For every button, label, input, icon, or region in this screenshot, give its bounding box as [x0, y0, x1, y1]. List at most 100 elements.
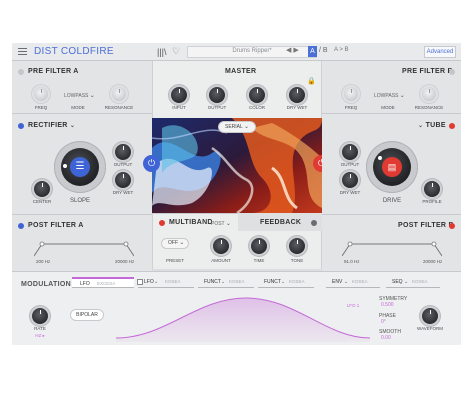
pre-filter-a-toggle[interactable]	[18, 69, 24, 75]
tube-icon: ▤	[382, 157, 402, 177]
drive-knob[interactable]: ▤	[373, 148, 411, 186]
post-filter-b-toggle[interactable]	[449, 223, 455, 229]
post-filter-a-toggle[interactable]	[18, 223, 24, 229]
waveform-knob[interactable]	[422, 308, 438, 324]
mod-rate-knob[interactable]	[32, 308, 48, 324]
feedback-amount-knob[interactable]	[213, 238, 229, 254]
smooth-value[interactable]: 0.00	[381, 335, 391, 341]
mod-rate-value[interactable]: HZ ▸	[20, 333, 60, 339]
ab-a-button[interactable]: A	[308, 46, 317, 57]
tube-title[interactable]: ⌄ TUBE	[418, 122, 446, 129]
rectifier-title[interactable]: RECTIFIER ⌄	[28, 122, 75, 129]
rectifier-center-knob[interactable]	[34, 181, 50, 197]
pre-filter-a-resonance-knob[interactable]	[112, 87, 126, 101]
heart-icon[interactable]: ♡	[172, 46, 180, 57]
chevron-down-icon: ⌄	[399, 93, 405, 99]
post-filter-a-high-freq: 20000 Hz	[115, 259, 135, 264]
rectifier-drywet-label: DRY WET	[112, 190, 134, 195]
pre-filter-a-freq-knob[interactable]	[34, 87, 48, 101]
lfo-curve-label: LFO 1	[346, 303, 360, 308]
lfo-waveform-display[interactable]	[116, 292, 370, 342]
rectifier-drywet-knob[interactable]	[115, 172, 131, 188]
rectifier-toggle[interactable]	[18, 123, 24, 129]
multiband-title: MULTIBAND	[169, 219, 213, 226]
tube-drywet-knob[interactable]	[342, 172, 358, 188]
pre-filter-b-freq-knob[interactable]	[344, 87, 358, 101]
multiband-post-dropdown[interactable]: POST ⌄	[211, 220, 231, 227]
mod-rate-label: RATE	[34, 326, 46, 331]
pre-filter-b-mode-dropdown[interactable]: LOWPASS ⌄	[374, 92, 405, 99]
post-filter-a-curve[interactable]	[34, 238, 134, 258]
post-filter-b-title: POST FILTER B	[398, 222, 454, 229]
ab-b-button[interactable]: / B	[319, 47, 328, 54]
waveform-label: WAVEFORM	[417, 326, 443, 331]
mod-tab-lfo-2[interactable]: LFO ⌄ KOSEA	[137, 277, 194, 288]
rectifier-output-label: OUTPUT	[113, 162, 133, 167]
chevron-down-icon: ⌄	[281, 279, 286, 285]
tube-drywet-label: DRY WET	[339, 190, 361, 195]
drive-pointer	[378, 156, 382, 160]
routing-dropdown[interactable]: SERIAL ⌄	[218, 121, 256, 133]
left-column: PRE FILTER A FREQ LOWPASS ⌄ MODE RESONAN…	[12, 61, 152, 271]
feedback-preset-dropdown[interactable]: OFF ⌄	[161, 238, 189, 249]
mod-tab-funct-1[interactable]: FUNCT ⌄ KOSEA	[198, 277, 254, 288]
rectifier-center-label: CENTER	[32, 199, 52, 204]
chevron-down-icon: ⌄	[243, 124, 250, 130]
plugin-window: DIST COLDFIRE |||\ ♡ Drums Ripper* ◀ ▶ A…	[12, 43, 461, 345]
master-input-knob[interactable]	[171, 87, 187, 103]
divider	[12, 113, 152, 114]
feedback-tone-knob[interactable]	[289, 238, 305, 254]
tube-output-knob[interactable]	[342, 144, 358, 160]
rectifier-power-button[interactable]: ⏻	[143, 155, 160, 172]
post-filter-a-title: POST FILTER A	[28, 222, 84, 229]
chevron-down-icon: ⌄	[154, 279, 159, 285]
master-input-label: INPUT	[172, 105, 186, 110]
chevron-down-icon: ⌄	[344, 279, 349, 285]
pre-filter-b-resonance-knob[interactable]	[422, 87, 436, 101]
master-output-knob[interactable]	[209, 87, 225, 103]
bipolar-button[interactable]: BIPOLAR	[70, 309, 104, 321]
tube-profile-label: PROFILE	[422, 199, 442, 204]
slope-pointer	[63, 164, 67, 168]
slope-knob[interactable]: ☰	[61, 148, 99, 186]
master-drywet-knob[interactable]	[289, 87, 305, 103]
chevron-down-icon: ⌄	[69, 123, 76, 129]
symmetry-value[interactable]: 0.500	[381, 302, 394, 308]
feedback-amount-label: AMOUNT	[211, 258, 231, 263]
post-filter-b-curve[interactable]	[342, 238, 442, 258]
rectifier-output-knob[interactable]	[115, 144, 131, 160]
feedback-time-knob[interactable]	[251, 238, 267, 254]
phase-value[interactable]: 0°	[381, 319, 386, 325]
feedback-time-label: TIME	[253, 258, 265, 263]
menu-icon[interactable]	[18, 48, 27, 55]
pre-filter-a-freq-label: FREQ	[34, 105, 48, 110]
mod-tab-lfo-1[interactable]: LFO EXCESA	[72, 277, 134, 288]
feedback-toggle[interactable]	[311, 220, 317, 226]
ab-copy-button[interactable]: A > B	[334, 47, 349, 53]
preset-nav-arrows[interactable]: ◀ ▶	[286, 46, 299, 54]
tube-toggle[interactable]	[449, 123, 455, 129]
pre-filter-b-toggle[interactable]	[449, 69, 455, 75]
tube-profile-knob[interactable]	[424, 181, 440, 197]
power-icon: ⏻	[147, 158, 156, 168]
slope-label: SLOPE	[69, 198, 90, 204]
master-output-label: OUTPUT	[207, 105, 227, 110]
pre-filter-b-mode-label: MODE	[381, 105, 395, 110]
mod-tab-funct-2[interactable]: FUNCT ⌄ KOSEA	[258, 277, 314, 288]
master-color-knob[interactable]	[249, 87, 265, 103]
mod-tab-seq[interactable]: SEQ ⌄ KOSEA	[386, 277, 440, 288]
chevron-down-icon: ⌄	[221, 279, 226, 285]
modulation-section: MODULATION LFO EXCESA LFO ⌄ KOSEA FUNCT …	[12, 271, 461, 345]
pre-filter-a-mode-label: MODE	[71, 105, 85, 110]
multiband-toggle[interactable]	[159, 220, 165, 226]
divider	[322, 113, 461, 114]
lock-icon[interactable]: 🔒	[307, 77, 316, 85]
chevron-down-icon: ⌄	[89, 93, 95, 99]
chevron-down-icon: ⌄	[418, 123, 424, 129]
post-filter-b-low-freq: 91.0 Hz	[344, 259, 360, 264]
advanced-button[interactable]: Advanced	[424, 46, 456, 58]
mod-tab-env[interactable]: ENV ⌄ KOSEA	[326, 277, 380, 288]
master-drywet-label: DRY WET	[286, 105, 308, 110]
pre-filter-a-mode-dropdown[interactable]: LOWPASS ⌄	[64, 92, 95, 99]
library-icon[interactable]: |||\	[157, 47, 167, 57]
